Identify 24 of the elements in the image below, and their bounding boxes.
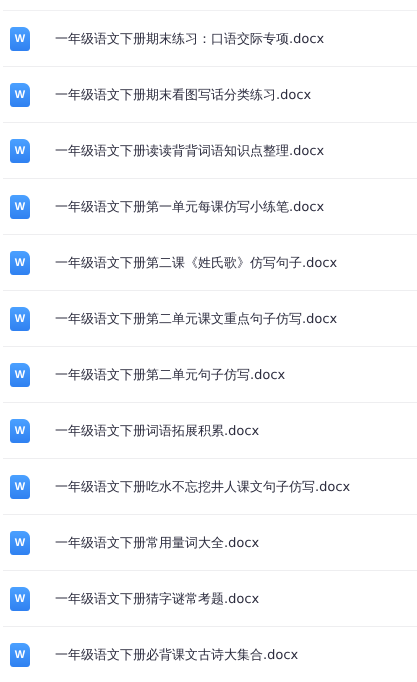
file-name[interactable]: 一年级语文下册期末练习：口语交际专项.docx [55, 30, 324, 48]
file-name[interactable]: 一年级语文下册词语拓展积累.docx [55, 422, 260, 440]
word-document-icon: W [10, 530, 30, 554]
file-name[interactable]: 一年级语文下册第二课《姓氏歌》仿写句子.docx [55, 254, 338, 272]
word-document-icon: W [10, 26, 30, 50]
file-name[interactable]: 一年级语文下册吃水不忘挖井人课文句子仿写.docx [55, 478, 350, 496]
word-document-icon: W [10, 418, 30, 442]
word-document-icon: W [10, 250, 30, 274]
word-document-icon: W [10, 82, 30, 106]
word-document-icon: W [10, 642, 30, 666]
file-name[interactable]: 一年级语文下册读读背背词语知识点整理.docx [55, 142, 324, 160]
word-document-icon: W [10, 474, 30, 498]
file-name[interactable]: 一年级语文下册常用量词大全.docx [55, 534, 260, 552]
file-name[interactable]: 一年级语文下册第一单元每课仿写小练笔.docx [55, 198, 324, 216]
file-name[interactable]: 一年级语文下册猜字谜常考题.docx [55, 590, 260, 608]
file-name[interactable]: 一年级语文下册第二单元句子仿写.docx [55, 366, 286, 384]
file-name[interactable]: 一年级语文下册第二单元课文重点句子仿写.docx [55, 310, 338, 328]
word-document-icon: W [10, 194, 30, 218]
file-name[interactable]: 一年级语文下册期末看图写话分类练习.docx [55, 86, 312, 104]
word-document-icon: W [10, 586, 30, 610]
file-name[interactable]: 一年级语文下册必背课文古诗大集合.docx [55, 646, 298, 664]
word-document-icon: W [10, 138, 30, 162]
word-document-icon: W [10, 306, 30, 330]
word-document-icon: W [10, 362, 30, 386]
